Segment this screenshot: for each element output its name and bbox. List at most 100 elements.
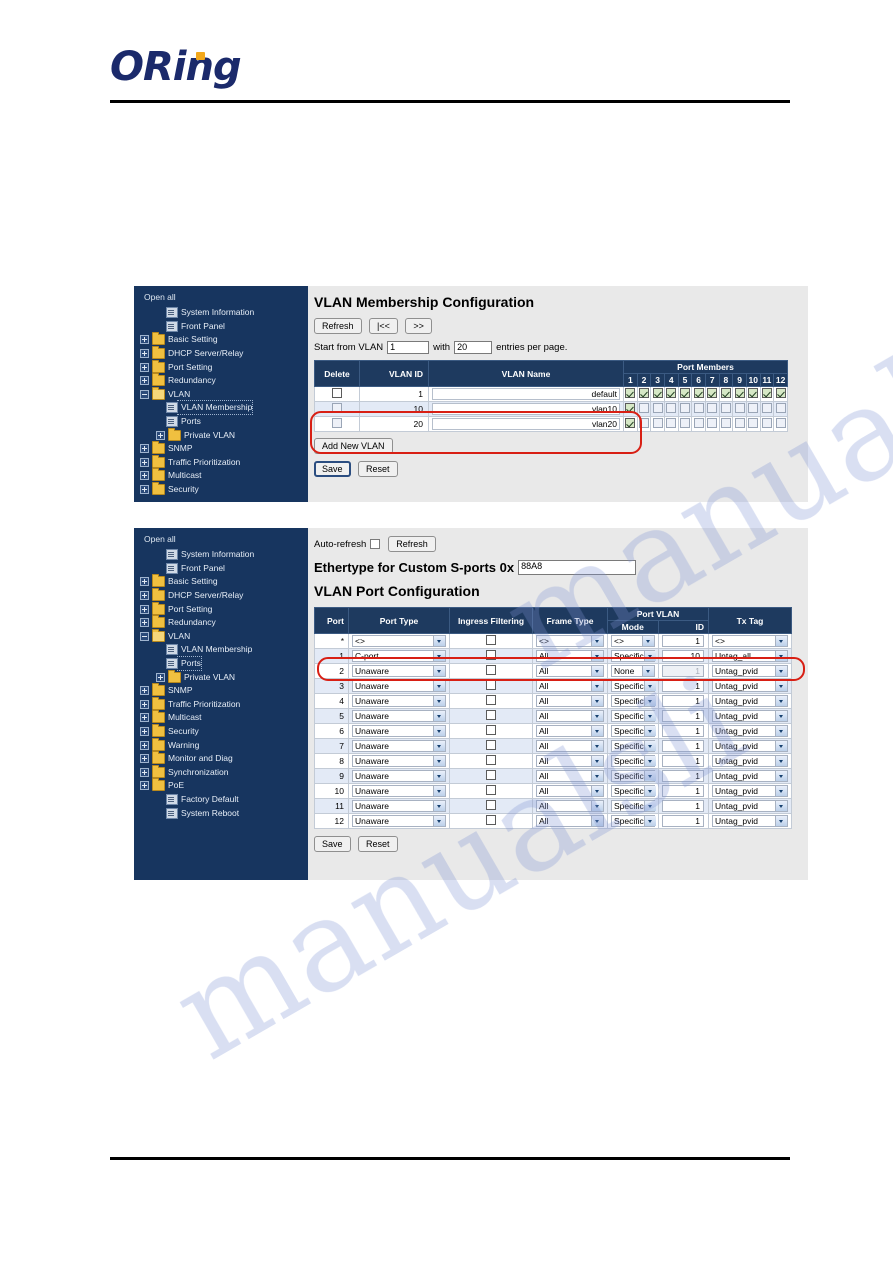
tx-tag-select[interactable]: Untag_pvid (712, 785, 788, 797)
expand-icon[interactable] (140, 740, 149, 750)
port-vlan-mode-select[interactable]: Specific (611, 785, 656, 797)
sidebar-item-vlan[interactable]: VLAN (134, 386, 308, 402)
port-member-checkbox[interactable] (720, 388, 731, 398)
tx-tag-select[interactable]: Untag_pvid (712, 755, 788, 767)
ingress-filtering-checkbox[interactable] (486, 740, 496, 750)
sidebar-item-basic-setting[interactable]: Basic Setting (134, 332, 308, 347)
port-vlan-id-input[interactable]: 1 (661, 695, 704, 707)
expand-icon[interactable] (140, 485, 149, 495)
port-vlan-id-input[interactable]: 1 (661, 740, 704, 752)
expand-icon[interactable] (140, 457, 149, 467)
reset-button[interactable]: Reset (358, 836, 398, 852)
sidebar-item-security[interactable]: Security (134, 724, 308, 739)
frame-type-select[interactable]: All (536, 785, 604, 797)
first-page-button[interactable]: |<< (369, 318, 398, 334)
expand-icon[interactable] (140, 604, 149, 614)
chevron-down-icon[interactable] (591, 771, 603, 781)
port-member-checkbox[interactable] (638, 403, 649, 413)
ingress-filtering-checkbox[interactable] (486, 665, 496, 675)
tx-tag-select[interactable]: Untag_pvid (712, 710, 788, 722)
chevron-down-icon[interactable] (433, 801, 445, 811)
port-type-select[interactable]: Unaware (352, 770, 446, 782)
port-member-checkbox[interactable] (748, 388, 759, 398)
port-vlan-mode-select[interactable]: Specific (611, 755, 656, 767)
tx-tag-select[interactable]: Untag_pvid (712, 695, 788, 707)
sidebar-item-multicast[interactable]: Multicast (134, 468, 308, 483)
chevron-down-icon[interactable] (775, 666, 787, 676)
ingress-filtering-checkbox[interactable] (486, 710, 496, 720)
chevron-down-icon[interactable] (643, 801, 656, 811)
port-vlan-mode-select[interactable]: Specific (611, 650, 656, 662)
sidebar-item-security[interactable]: Security (134, 482, 308, 497)
refresh-button[interactable]: Refresh (314, 318, 362, 334)
port-member-checkbox[interactable] (652, 403, 663, 413)
expand-icon[interactable] (140, 713, 149, 723)
reset-button[interactable]: Reset (358, 461, 398, 477)
tx-tag-select[interactable]: Untag_pvid (712, 815, 788, 827)
chevron-down-icon[interactable] (641, 636, 654, 646)
port-type-select[interactable]: C-port (352, 650, 446, 662)
port-member-checkbox[interactable] (720, 403, 731, 413)
port-member-checkbox[interactable] (775, 418, 786, 428)
chevron-down-icon[interactable] (433, 741, 445, 751)
sidebar-item-traffic-prioritization[interactable]: Traffic Prioritization (134, 696, 308, 712)
chevron-down-icon[interactable] (433, 636, 445, 646)
chevron-down-icon[interactable] (643, 696, 656, 706)
auto-refresh-checkbox[interactable] (370, 539, 381, 549)
chevron-down-icon[interactable] (775, 771, 787, 781)
port-member-checkbox[interactable] (666, 403, 677, 413)
chevron-down-icon[interactable] (591, 741, 603, 751)
frame-type-select[interactable]: All (536, 800, 604, 812)
collapse-icon[interactable] (140, 389, 149, 399)
chevron-down-icon[interactable] (433, 666, 445, 676)
expand-icon[interactable] (156, 672, 165, 682)
port-member-checkbox[interactable] (693, 403, 704, 413)
chevron-down-icon[interactable] (591, 636, 603, 646)
port-vlan-mode-select[interactable]: Specific (611, 770, 656, 782)
chevron-down-icon[interactable] (433, 771, 445, 781)
port-type-select[interactable]: Unaware (352, 740, 446, 752)
port-vlan-id-input[interactable]: 1 (661, 710, 704, 722)
port-vlan-id-input[interactable]: 10 (661, 650, 704, 662)
next-page-button[interactable]: >> (405, 318, 432, 334)
chevron-down-icon[interactable] (643, 651, 656, 661)
frame-type-select[interactable]: All (536, 770, 604, 782)
chevron-down-icon[interactable] (591, 786, 603, 796)
port-vlan-id-input[interactable]: 1 (661, 725, 704, 737)
ingress-filtering-checkbox[interactable] (486, 785, 496, 795)
sidebar-item-traffic-prioritization[interactable]: Traffic Prioritization (134, 454, 308, 470)
port-member-checkbox[interactable] (734, 403, 745, 413)
port-type-select[interactable]: Unaware (352, 800, 446, 812)
frame-type-select[interactable]: All (536, 650, 604, 662)
port-type-select[interactable]: Unaware (352, 755, 446, 767)
frame-type-select[interactable]: All (536, 815, 604, 827)
entries-per-page-input[interactable]: 20 (454, 341, 493, 354)
ingress-filtering-checkbox[interactable] (486, 635, 496, 645)
navigation-sidebar-membership[interactable]: Open all System Information Front Panel Ba… (134, 286, 308, 502)
chevron-down-icon[interactable] (433, 756, 445, 766)
ingress-filtering-checkbox[interactable] (486, 725, 496, 735)
expand-icon[interactable] (140, 618, 149, 628)
port-member-checkbox[interactable] (666, 418, 677, 428)
expand-icon[interactable] (140, 349, 149, 359)
tx-tag-select[interactable]: Untag_pvid (712, 725, 788, 737)
sidebar-item-port-setting[interactable]: Port Setting (134, 359, 308, 374)
sidebar-item-warning[interactable]: Warning (134, 737, 308, 752)
start-vlan-input[interactable]: 1 (387, 341, 430, 354)
sidebar-item-front-panel[interactable]: Front Panel (134, 320, 308, 334)
port-vlan-id-input[interactable]: 1 (661, 755, 704, 767)
port-vlan-mode-select[interactable]: <> (611, 635, 655, 647)
open-all-link[interactable]: Open all (134, 290, 308, 306)
sidebar-item-ports[interactable]: Ports (134, 656, 308, 672)
chevron-down-icon[interactable] (591, 711, 603, 721)
expand-icon[interactable] (140, 754, 149, 764)
port-member-checkbox[interactable] (638, 418, 649, 428)
tx-tag-select[interactable]: Untag_all (712, 650, 788, 662)
port-vlan-id-input[interactable]: 1 (661, 680, 704, 692)
save-button[interactable]: Save (314, 836, 351, 852)
port-member-checkbox[interactable] (707, 388, 718, 398)
ingress-filtering-checkbox[interactable] (486, 755, 496, 765)
port-type-select[interactable]: Unaware (352, 680, 446, 692)
port-member-checkbox[interactable] (693, 388, 704, 398)
sidebar-item-factory-default[interactable]: Factory Default (134, 793, 308, 807)
